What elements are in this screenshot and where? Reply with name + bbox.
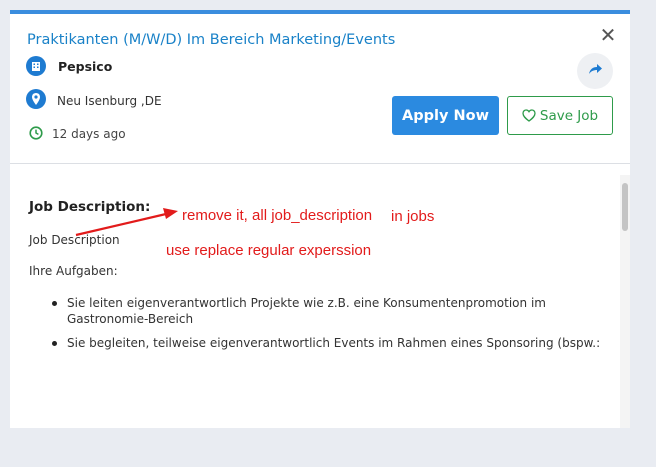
close-icon: ✕ — [599, 23, 617, 47]
posted-date: 12 days ago — [52, 127, 126, 141]
header-divider — [10, 163, 630, 164]
share-icon — [587, 61, 603, 81]
annotation-note-remove: remove it, all job_description — [182, 207, 373, 224]
share-button[interactable] — [577, 53, 613, 89]
apply-now-button[interactable]: Apply Now — [392, 96, 499, 135]
list-item: Sie begleiten, teilweise eigenverantwort… — [50, 335, 610, 351]
list-item: Sie leiten eigenverantwortlich Projekte … — [50, 295, 610, 327]
location-row: Neu Isenburg ,DE — [26, 89, 162, 113]
posted-date-row: 12 days ago — [29, 124, 126, 144]
building-icon — [26, 56, 46, 76]
clock-icon — [29, 125, 43, 144]
annotation-note-regex: use replace regular experssion — [166, 242, 372, 259]
company-name: Pepsico — [58, 58, 113, 74]
card-top-accent-bar — [10, 10, 630, 14]
map-pin-icon — [26, 89, 46, 113]
description-text: Job Description — [29, 233, 120, 247]
company-row: Pepsico — [26, 56, 112, 76]
save-job-label: Save Job — [539, 107, 599, 124]
close-button[interactable]: ✕ — [598, 25, 618, 45]
heart-icon — [522, 109, 540, 122]
annotation-note-jobs: in jobs — [391, 208, 435, 225]
tasks-heading: Ihre Aufgaben: — [29, 264, 118, 278]
save-job-button[interactable]: Save Job — [507, 96, 613, 135]
job-location: Neu Isenburg ,DE — [57, 94, 162, 108]
scrollbar-thumb[interactable] — [622, 183, 628, 231]
job-title[interactable]: Praktikanten (M/W/D) Im Bereich Marketin… — [27, 32, 395, 48]
tasks-list: Sie leiten eigenverantwortlich Projekte … — [50, 295, 610, 359]
description-heading: Job Description: — [29, 199, 151, 215]
